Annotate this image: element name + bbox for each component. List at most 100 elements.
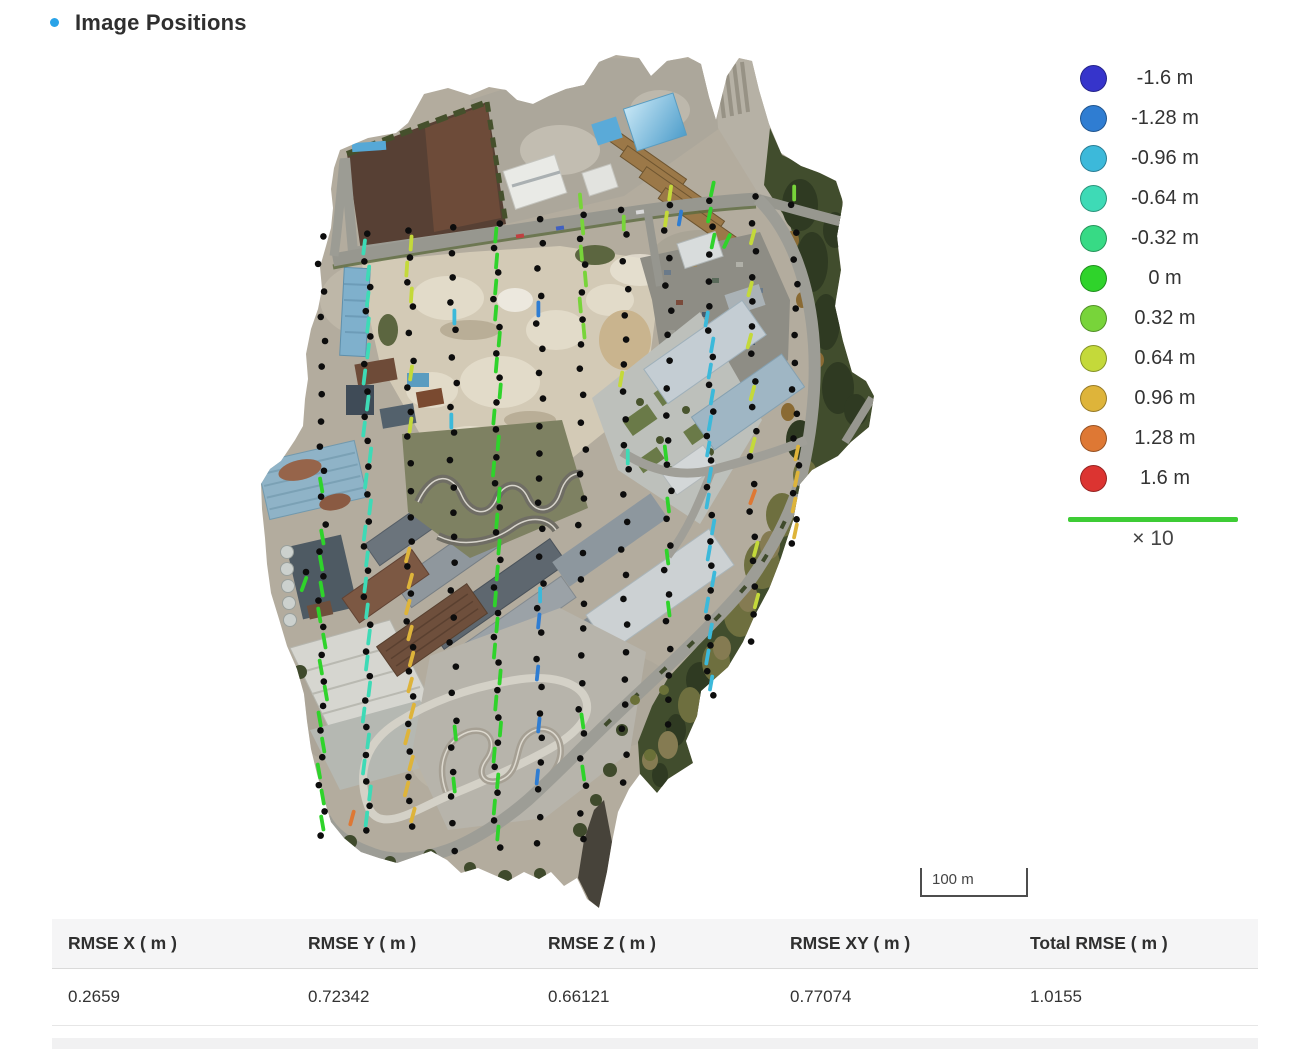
error-vector-dash bbox=[709, 469, 711, 482]
error-vector-dash bbox=[708, 209, 711, 222]
image-position-dot bbox=[708, 457, 715, 464]
rmse-header-cell: Total RMSE ( m ) bbox=[1014, 933, 1258, 954]
legend-label: 0.64 m bbox=[1113, 347, 1217, 370]
image-position-dot bbox=[534, 265, 541, 272]
error-vector-dash bbox=[367, 319, 369, 332]
image-position-dot bbox=[364, 230, 371, 237]
error-vector-dash bbox=[665, 213, 667, 226]
error-vector-dash bbox=[322, 739, 324, 752]
image-position-dot bbox=[315, 261, 322, 268]
legend-swatch-icon bbox=[1080, 425, 1107, 452]
image-position-dot bbox=[579, 289, 586, 296]
image-position-dot bbox=[495, 269, 502, 276]
error-vector-dash bbox=[582, 767, 584, 780]
image-position-dot bbox=[493, 350, 500, 357]
error-vector-dash bbox=[494, 645, 495, 658]
image-position-dot bbox=[793, 516, 800, 523]
image-position-dot bbox=[582, 261, 589, 268]
image-position-dot bbox=[579, 680, 586, 687]
error-vector-dash bbox=[711, 391, 713, 404]
next-section-strip bbox=[52, 1038, 1258, 1049]
image-position-dot bbox=[363, 308, 370, 315]
image-position-dot bbox=[790, 256, 797, 263]
image-position-dot bbox=[362, 697, 369, 704]
image-position-dot bbox=[579, 316, 586, 323]
image-position-dot bbox=[662, 282, 669, 289]
image-position-dot bbox=[751, 481, 758, 488]
image-position-dot bbox=[577, 755, 584, 762]
image-position-dot bbox=[665, 721, 672, 728]
rmse-table-value-row: 0.26590.723420.661210.770741.0155 bbox=[52, 969, 1258, 1026]
legend-swatch-icon bbox=[1080, 225, 1107, 252]
image-position-dot bbox=[706, 382, 713, 389]
image-position-dot bbox=[620, 779, 627, 786]
image-position-dot bbox=[451, 848, 458, 855]
error-vector-dash bbox=[795, 447, 798, 460]
rmse-header-cell: RMSE X ( m ) bbox=[52, 933, 292, 954]
image-position-dot bbox=[495, 659, 502, 666]
error-vector-dash bbox=[495, 307, 496, 320]
error-vector-dash bbox=[580, 195, 581, 208]
image-position-dot bbox=[707, 642, 714, 649]
image-position-dot bbox=[790, 490, 797, 497]
image-position-dot bbox=[790, 435, 797, 442]
image-position-dot bbox=[622, 416, 629, 423]
image-position-dot bbox=[363, 752, 370, 759]
error-vector-dash bbox=[369, 787, 371, 800]
legend-swatch-icon bbox=[1080, 105, 1107, 132]
image-position-dot bbox=[538, 293, 545, 300]
image-position-dot bbox=[496, 504, 503, 511]
image-position-dot bbox=[363, 778, 370, 785]
image-position-dot bbox=[366, 802, 373, 809]
error-vector-dash bbox=[707, 443, 709, 456]
image-position-dot bbox=[448, 690, 455, 697]
image-position-dot bbox=[536, 553, 543, 560]
image-position-dot bbox=[752, 378, 759, 385]
image-position-dot bbox=[491, 584, 498, 591]
image-position-dot bbox=[410, 693, 417, 700]
image-position-dot bbox=[792, 360, 799, 367]
error-vector-dash bbox=[538, 719, 539, 732]
image-position-dot bbox=[447, 587, 454, 594]
image-position-dot bbox=[450, 224, 457, 231]
image-position-dot bbox=[708, 512, 715, 519]
error-vector-dash bbox=[322, 791, 324, 804]
image-position-dot bbox=[753, 428, 760, 435]
legend-label: -1.6 m bbox=[1113, 67, 1217, 90]
image-position-dot bbox=[623, 649, 630, 656]
image-position-dot bbox=[665, 672, 672, 679]
image-position-dot bbox=[534, 605, 541, 612]
legend-swatch-icon bbox=[1080, 185, 1107, 212]
error-vector-dash bbox=[318, 765, 320, 778]
image-position-dot bbox=[621, 361, 628, 368]
error-vector-dash bbox=[711, 183, 714, 196]
image-position-dot bbox=[361, 543, 368, 550]
image-position-dot bbox=[750, 558, 757, 565]
legend-label: 1.28 m bbox=[1113, 427, 1217, 450]
error-vector-dash bbox=[581, 715, 583, 728]
image-position-dot bbox=[450, 614, 457, 621]
error-vector-dash bbox=[363, 423, 365, 436]
error-vector-dash bbox=[706, 651, 708, 664]
error-vector-dash bbox=[493, 463, 494, 476]
image-position-dot bbox=[794, 411, 801, 418]
image-position-dot bbox=[320, 233, 327, 240]
image-position-dot bbox=[318, 493, 325, 500]
image-position-dot bbox=[623, 572, 630, 579]
image-position-dot bbox=[317, 727, 324, 734]
image-position-dot bbox=[449, 250, 456, 257]
image-position-dot bbox=[365, 518, 372, 525]
image-position-dot bbox=[578, 341, 585, 348]
image-position-dot bbox=[791, 332, 798, 339]
image-position-dot bbox=[447, 404, 454, 411]
image-position-dot bbox=[578, 652, 585, 659]
image-position-dot bbox=[620, 388, 627, 395]
image-position-dot bbox=[747, 453, 754, 460]
image-position-dot bbox=[321, 678, 328, 685]
image-position-dot bbox=[322, 521, 329, 528]
image-position-dot bbox=[667, 646, 674, 653]
image-position-dot bbox=[621, 442, 628, 449]
image-position-dot bbox=[538, 759, 545, 766]
image-position-dot bbox=[491, 634, 498, 641]
error-vector-dash bbox=[318, 609, 320, 622]
